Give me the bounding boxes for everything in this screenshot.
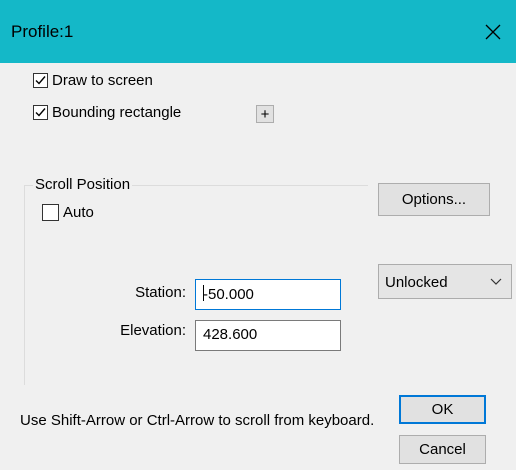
options-button[interactable]: Options... xyxy=(378,183,490,216)
close-icon xyxy=(485,24,501,39)
elevation-input[interactable]: 428.600 xyxy=(195,320,341,351)
auto-checkbox[interactable]: Auto xyxy=(42,204,94,221)
station-value: -50.000 xyxy=(203,286,254,303)
elevation-value: 428.600 xyxy=(203,326,258,343)
checkmark-icon xyxy=(35,108,46,117)
checkbox-box[interactable] xyxy=(42,204,59,221)
chevron-down-icon xyxy=(490,278,502,285)
bounding-rectangle-checkbox[interactable]: Bounding rectangle xyxy=(33,104,181,121)
expand-button[interactable]: + xyxy=(256,105,274,123)
profile-dialog: Profile:1 Draw to screen Bounding rectan… xyxy=(0,0,516,470)
lock-mode-select[interactable]: Unlocked xyxy=(378,264,512,299)
draw-to-screen-checkbox[interactable]: Draw to screen xyxy=(33,72,153,89)
bounding-rectangle-label: Bounding rectangle xyxy=(52,104,182,121)
close-button[interactable] xyxy=(470,0,516,63)
elevation-label: Elevation: xyxy=(120,322,186,339)
checkbox-box[interactable] xyxy=(33,105,48,120)
lock-mode-value: Unlocked xyxy=(385,274,448,291)
checkbox-box[interactable] xyxy=(33,73,48,88)
draw-to-screen-label: Draw to screen xyxy=(52,72,153,89)
keyboard-hint-text: Use Shift-Arrow or Ctrl-Arrow to scroll … xyxy=(20,412,375,429)
checkmark-icon xyxy=(35,76,46,85)
title-bar: Profile:1 xyxy=(0,0,516,63)
station-input[interactable]: -50.000 xyxy=(195,279,341,310)
window-title: Profile:1 xyxy=(11,22,74,41)
cancel-button[interactable]: Cancel xyxy=(399,435,486,464)
station-label: Station: xyxy=(135,284,186,301)
auto-label: Auto xyxy=(63,204,94,221)
scroll-position-legend: Scroll Position xyxy=(33,176,133,193)
ok-button[interactable]: OK xyxy=(399,395,486,424)
